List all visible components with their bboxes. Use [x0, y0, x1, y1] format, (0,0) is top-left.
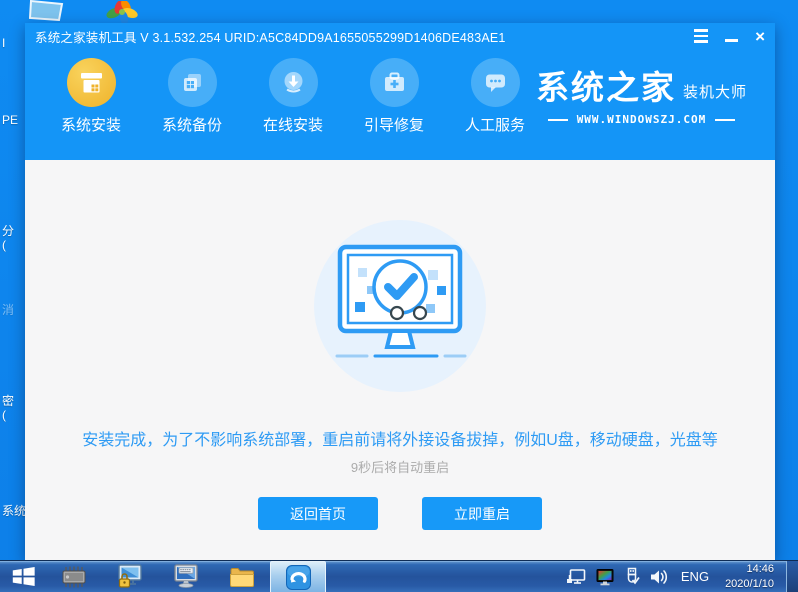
- brand-name: 系统之家: [535, 69, 676, 106]
- main-content: 安装完成，为了不影响系统部署，重启前请将外接设备拔掉，例如U盘，移动硬盘，光盘等…: [25, 160, 775, 560]
- nav-item-system-install[interactable]: 系统安装: [59, 58, 123, 135]
- volume-tray-icon[interactable]: [649, 568, 669, 586]
- nav-label: 系统安装: [60, 117, 121, 134]
- nav-item-human-service[interactable]: 人工服务: [463, 58, 527, 135]
- brand-url: WWW.WINDOWSZJ.COM: [576, 113, 707, 126]
- bg-window-fragment: PE: [2, 113, 19, 127]
- clock-time: 14:46: [746, 562, 774, 575]
- usb-tray-icon[interactable]: [624, 567, 640, 586]
- window-title: 系统之家装机工具 V 3.1.532.254 URID:A5C84DD9A165…: [35, 30, 506, 45]
- nav-label: 引导修复: [363, 117, 424, 134]
- monitor-check-icon: [335, 244, 467, 357]
- system-tray: ENG 14:46 2020/1/10: [566, 561, 786, 592]
- network-tray-icon[interactable]: [566, 568, 586, 586]
- close-button[interactable]: ×: [755, 28, 765, 45]
- start-button[interactable]: [0, 561, 46, 592]
- success-illustration: [314, 220, 486, 392]
- clock[interactable]: 14:46 2020/1/10: [725, 562, 774, 592]
- bg-window-fragment: 消: [2, 303, 15, 317]
- install-box-icon: [80, 73, 102, 93]
- bg-window-fragment: I: [2, 36, 6, 50]
- chat-bubble-icon: [485, 74, 505, 92]
- nav-label: 系统备份: [161, 117, 222, 134]
- monitor-keyboard-icon: [174, 564, 198, 588]
- memory-chip-icon: [62, 566, 86, 587]
- taskbar-item-remote-lock[interactable]: [102, 561, 158, 592]
- auto-restart-countdown: 9秒后将自动重启: [350, 460, 450, 475]
- clock-date: 2020/1/10: [725, 577, 774, 590]
- brand-subtitle: 装机大师: [682, 84, 747, 101]
- monitor-lock-icon: [118, 564, 142, 588]
- folder-icon: [230, 567, 254, 587]
- display-color-tray-icon[interactable]: [595, 568, 615, 586]
- windows-logo-icon: [12, 567, 35, 586]
- installer-app-icon: [285, 564, 311, 590]
- nav-label: 人工服务: [464, 117, 525, 134]
- brand-logo: 系统之家 装机大师 WWW.WINDOWSZJ.COM: [536, 71, 747, 126]
- bg-window-fragment: (: [2, 408, 6, 422]
- bg-window-fragment: 分: [2, 224, 15, 238]
- taskbar-item-file-explorer[interactable]: [214, 561, 270, 592]
- taskbar-item-chip-tool[interactable]: [46, 561, 102, 592]
- bg-window-fragment: (: [2, 238, 6, 252]
- repair-toolbox-icon: [384, 72, 404, 91]
- nav-item-boot-repair[interactable]: 引导修复: [362, 58, 426, 135]
- back-home-button[interactable]: 返回首页: [258, 497, 378, 530]
- language-indicator[interactable]: ENG: [681, 569, 709, 584]
- nav-item-online-install[interactable]: 在线安装: [261, 58, 325, 135]
- backup-layers-icon: [183, 74, 201, 91]
- download-icon: [284, 72, 302, 93]
- nav-header: 系统安装 系统备份 在线安装 引导修复 人工服务 系统之家 装机大师 WWW.W…: [25, 49, 775, 160]
- hamburger-icon: [694, 29, 709, 43]
- completion-message: 安装完成，为了不影响系统部署，重启前请将外接设备拔掉，例如U盘，移动硬盘，光盘等: [82, 432, 718, 449]
- taskbar-item-system-monitor[interactable]: [158, 561, 214, 592]
- titlebar[interactable]: 系统之家装机工具 V 3.1.532.254 URID:A5C84DD9A165…: [25, 23, 775, 49]
- taskbar-item-installer-app[interactable]: [270, 561, 326, 592]
- restart-now-button[interactable]: 立即重启: [422, 497, 542, 530]
- menu-button[interactable]: [694, 29, 709, 43]
- minimize-button[interactable]: [725, 31, 739, 42]
- installer-window: 系统之家装机工具 V 3.1.532.254 URID:A5C84DD9A165…: [25, 23, 775, 560]
- nav-label: 在线安装: [262, 117, 323, 134]
- bg-window-fragment: 系统: [2, 504, 26, 518]
- taskbar: ENG 14:46 2020/1/10: [0, 560, 798, 592]
- minimize-icon: [725, 38, 739, 42]
- bg-window-fragment: 密: [2, 394, 15, 408]
- show-desktop-button[interactable]: [786, 561, 798, 592]
- nav-item-system-backup[interactable]: 系统备份: [160, 58, 224, 135]
